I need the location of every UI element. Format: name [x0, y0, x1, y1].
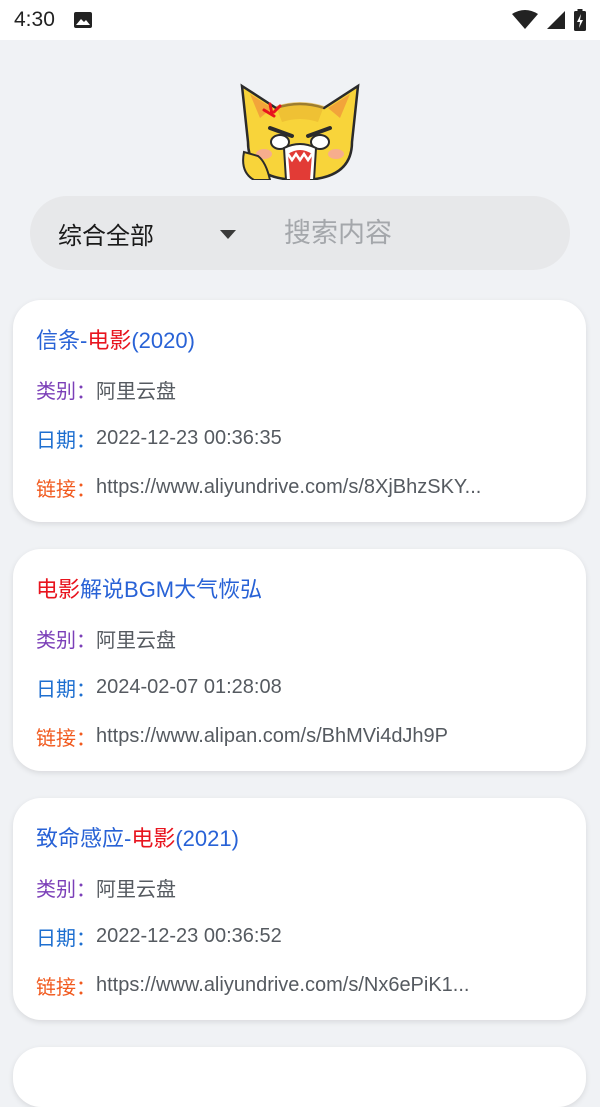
- category-label: 类别：: [36, 879, 96, 901]
- result-card[interactable]: 信条-电影(2020) 类别： 阿里云盘 日期： 2022-12-23 00:36:…: [13, 300, 586, 522]
- title-highlight: 电影: [87, 328, 132, 353]
- result-title[interactable]: 致命感应-电影(2021): [36, 822, 564, 856]
- date-label: 日期：: [36, 430, 96, 452]
- link-value[interactable]: https://www.aliyundrive.com/s/Nx6ePiK1..…: [96, 974, 469, 997]
- category-row: 类别： 阿里云盘: [36, 365, 564, 414]
- status-time: 4:30: [14, 8, 55, 31]
- result-card[interactable]: 致命感应-电影(2021) 类别： 阿里云盘 日期： 2022-12-23 00:3…: [13, 798, 586, 1020]
- battery-icon: [574, 9, 586, 31]
- category-label: 类别：: [36, 630, 96, 652]
- category-value: 阿里云盘: [96, 630, 176, 652]
- search-bar: 综合全部: [30, 196, 570, 270]
- image-notification-icon: [73, 12, 92, 28]
- chevron-down-icon[interactable]: [220, 230, 236, 239]
- title-text: 解说BGM大气恢弘: [80, 577, 263, 602]
- category-value: 阿里云盘: [96, 381, 176, 403]
- title-highlight: 电影: [131, 826, 176, 851]
- date-value: 2022-12-23 00:36:35: [96, 427, 282, 449]
- date-row: 日期： 2022-12-23 00:36:52: [36, 912, 564, 961]
- link-row: 链接： https://www.aliyundrive.com/s/8XjBhzS…: [36, 463, 564, 512]
- link-value[interactable]: https://www.aliyundrive.com/s/8XjBhzSKY.…: [96, 476, 481, 499]
- title-highlight: 电影: [36, 577, 81, 602]
- result-title[interactable]: 信条-电影(2020): [36, 324, 564, 358]
- link-label: 链接：: [36, 977, 96, 999]
- status-bar: 4:30: [0, 0, 600, 40]
- search-input[interactable]: [284, 210, 554, 256]
- mascot-cat-logo: [240, 83, 360, 180]
- link-label: 链接：: [36, 728, 96, 750]
- category-row: 类别： 阿里云盘: [36, 614, 564, 663]
- link-value[interactable]: https://www.alipan.com/s/BhMVi4dJh9P: [96, 725, 448, 748]
- date-label: 日期：: [36, 679, 96, 701]
- category-value: 阿里云盘: [96, 879, 176, 901]
- title-text: (2020): [131, 328, 195, 353]
- result-card-partial[interactable]: [13, 1047, 586, 1107]
- date-row: 日期： 2024-02-07 01:28:08: [36, 663, 564, 712]
- category-row: 类别： 阿里云盘: [36, 863, 564, 912]
- date-label: 日期：: [36, 928, 96, 950]
- link-row: 链接： https://www.alipan.com/s/BhMVi4dJh9P: [36, 712, 564, 761]
- title-text: (2021): [175, 826, 239, 851]
- category-label: 类别：: [36, 381, 96, 403]
- link-label: 链接：: [36, 479, 96, 501]
- date-value: 2024-02-07 01:28:08: [96, 676, 282, 698]
- date-value: 2022-12-23 00:36:52: [96, 925, 282, 947]
- result-title[interactable]: 电影解说BGM大气恢弘: [36, 573, 564, 607]
- result-card[interactable]: 电影解说BGM大气恢弘 类别： 阿里云盘 日期： 2024-02-07 01:28:…: [13, 549, 586, 771]
- category-dropdown[interactable]: 综合全部: [58, 216, 154, 251]
- signal-icon: [547, 11, 565, 29]
- link-row: 链接： https://www.aliyundrive.com/s/Nx6ePiK…: [36, 961, 564, 1010]
- title-text: 致命感应-: [36, 826, 132, 851]
- title-text: 信条-: [36, 328, 88, 353]
- date-row: 日期： 2022-12-23 00:36:35: [36, 414, 564, 463]
- wifi-icon: [512, 10, 538, 29]
